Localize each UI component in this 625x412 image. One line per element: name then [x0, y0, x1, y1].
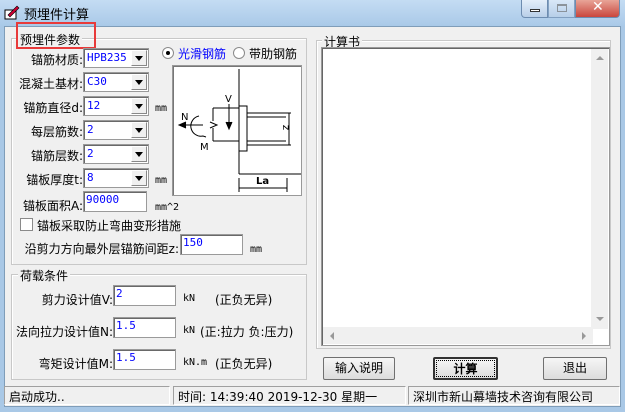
tension-note: (正:拉力 负:压力) [200, 325, 294, 339]
shear-input[interactable]: 2 [113, 285, 176, 306]
per-layer-select[interactable]: 2 [83, 120, 149, 140]
embedded-part-diagram: V N M z La [172, 65, 302, 196]
minimize-icon [530, 9, 540, 12]
chevron-down-icon[interactable] [131, 170, 147, 186]
anti-bending-checkbox[interactable] [20, 218, 33, 231]
loads-group-label: 荷载条件 [18, 267, 71, 284]
scroll-down-icon[interactable] [596, 317, 604, 321]
window-title: 预埋件计算 [24, 8, 90, 23]
diagram-z-label: z [280, 124, 292, 131]
chevron-down-icon[interactable] [131, 122, 147, 138]
chevron-down-icon[interactable] [131, 98, 147, 114]
chevron-down-icon[interactable] [131, 50, 147, 66]
shear-note: (正负无异) [215, 293, 273, 307]
material-select[interactable]: HPB235 [83, 48, 149, 68]
moment-unit: kN.m [183, 357, 208, 368]
status-company: 深圳市新山幕墙技术咨询有限公司 [408, 386, 620, 405]
calculate-button[interactable]: 计算 [433, 357, 498, 380]
area-label: 锚板面积A: [22, 199, 83, 213]
layers-label: 锚筋层数: [30, 149, 83, 163]
minimize-button[interactable] [521, 0, 548, 18]
chevron-down-icon[interactable] [131, 146, 147, 162]
material-label: 锚筋材质: [30, 53, 83, 67]
status-time: 时间: 14:39:40 2019-12-30 星期一 [173, 386, 406, 405]
thickness-unit: mm [155, 175, 168, 186]
scroll-up-icon[interactable] [596, 56, 604, 60]
ribbed-bar-radio[interactable] [233, 47, 245, 59]
diagram-la-label: La [256, 176, 270, 187]
scroll-right-icon[interactable] [582, 332, 586, 340]
chevron-down-icon[interactable] [131, 74, 147, 90]
shear-unit: kN [183, 293, 196, 304]
concrete-label: 混凝土基材: [18, 77, 83, 91]
status-message: 启动成功.. [4, 386, 170, 405]
diameter-select[interactable]: 12 [83, 96, 149, 116]
spacing-input[interactable]: 150 [180, 234, 243, 255]
input-help-button[interactable]: 输入说明 [323, 357, 395, 380]
spacing-label: 沿剪力方向最外层锚筋间距z: [24, 242, 179, 256]
vertical-scrollbar[interactable] [591, 49, 608, 329]
spacing-unit: mm [250, 244, 263, 255]
tension-label: 法向拉力设计值N: [15, 325, 113, 339]
moment-note: (正负无异) [215, 357, 273, 371]
area-input[interactable]: 90000 [83, 191, 147, 212]
maximize-icon [557, 4, 567, 12]
maximize-button[interactable] [548, 0, 575, 18]
app-pen-icon [4, 5, 20, 20]
tension-unit: kN [183, 325, 196, 336]
close-icon: ✕ [592, 0, 604, 15]
anti-bending-label: 锚板采取防止弯曲变形措施 [37, 219, 182, 233]
thickness-label: 锚板厚度t: [26, 173, 83, 187]
concrete-select[interactable]: C30 [83, 72, 149, 92]
per-layer-label: 每层筋数: [30, 125, 83, 139]
exit-button[interactable]: 退出 [543, 357, 607, 380]
diameter-unit: mm [155, 103, 168, 114]
report-textarea[interactable] [321, 47, 610, 346]
moment-input[interactable]: 1.5 [113, 349, 176, 370]
ribbed-bar-label: 带肋钢筋 [249, 47, 298, 61]
smooth-bar-label: 光滑钢筋 [178, 47, 227, 61]
diagram-v-label: V [225, 94, 232, 105]
diagram-drawing [177, 69, 301, 192]
smooth-bar-radio[interactable] [162, 47, 174, 59]
close-button[interactable]: ✕ [575, 0, 620, 18]
diagram-n-label: N [181, 112, 189, 123]
tension-input[interactable]: 1.5 [113, 317, 176, 338]
moment-label: 弯矩设计值M: [38, 357, 113, 371]
diameter-label: 锚筋直径d: [23, 101, 83, 115]
shear-label: 剪力设计值V: [41, 293, 113, 307]
layers-select[interactable]: 2 [83, 144, 149, 164]
area-unit: mm^2 [155, 202, 180, 213]
highlight-box [16, 22, 96, 49]
horizontal-scrollbar[interactable] [323, 327, 593, 344]
diagram-m-label: M [200, 142, 209, 153]
scroll-left-icon[interactable] [330, 332, 334, 340]
thickness-select[interactable]: 8 [83, 168, 149, 188]
